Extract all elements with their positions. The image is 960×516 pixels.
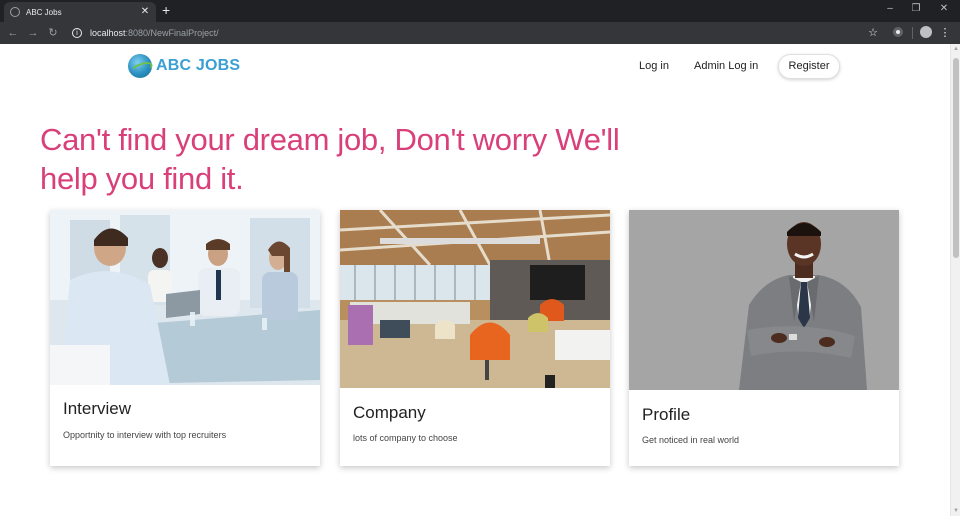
businessman-photo <box>629 210 899 390</box>
login-link[interactable]: Log in <box>639 60 669 72</box>
scroll-down-arrow-icon[interactable]: ▼ <box>951 506 960 516</box>
browser-tab[interactable]: ABC Jobs ✕ <box>4 2 156 22</box>
extension-icon[interactable] <box>893 27 903 37</box>
close-tab-icon[interactable]: ✕ <box>140 7 150 17</box>
profile-card[interactable]: Profile Get noticed in real world <box>629 210 899 466</box>
hero-line-2: help you find it. <box>40 161 244 196</box>
globe-icon <box>10 7 20 17</box>
bookmark-star-icon[interactable]: ☆ <box>866 26 880 40</box>
toolbar-divider <box>912 27 913 39</box>
profile-avatar-icon[interactable] <box>920 26 932 38</box>
forward-arrow-icon[interactable]: → <box>26 26 40 40</box>
interview-card[interactable]: Interview Opportnity to interview with t… <box>50 210 320 466</box>
hero-line-1: Can't find your dream job, Don't worry W… <box>40 122 620 157</box>
interview-photo <box>50 210 320 385</box>
kebab-menu-icon[interactable]: ⋮ <box>938 26 952 40</box>
back-arrow-icon[interactable]: ← <box>6 26 20 40</box>
scrollbar-thumb[interactable] <box>953 58 959 258</box>
hero-heading: Can't find your dream job, Don't worry W… <box>40 120 640 198</box>
page-scrollbar[interactable]: ▲ ▼ <box>950 44 960 516</box>
card-text: lots of company to choose <box>353 433 458 443</box>
minimize-icon[interactable]: – <box>884 3 896 15</box>
card-text: Opportnity to interview with top recruit… <box>63 430 227 440</box>
tab-title: ABC Jobs <box>26 7 62 17</box>
card-title: Profile <box>642 405 691 424</box>
company-card[interactable]: Company lots of company to choose <box>340 210 610 466</box>
restore-icon[interactable]: ❐ <box>910 3 922 15</box>
card-title: Interview <box>63 399 132 418</box>
site-logo[interactable]: ABC JOBS <box>128 54 240 78</box>
address-bar[interactable]: i localhost :8080/NewFinalProject/ <box>66 25 856 41</box>
browser-toolbar: ← → ↻ i localhost :8080/NewFinalProject/… <box>0 22 960 44</box>
scroll-up-arrow-icon[interactable]: ▲ <box>951 44 960 54</box>
logo-text: ABC JOBS <box>156 57 241 74</box>
office-photo <box>340 210 610 388</box>
admin-login-link[interactable]: Admin Log in <box>694 60 758 72</box>
url-host: localhost <box>90 28 126 38</box>
register-button[interactable]: Register <box>778 54 840 79</box>
globe-logo-icon <box>128 54 152 78</box>
reload-icon[interactable]: ↻ <box>46 26 60 40</box>
page-viewport: ABC JOBS Log in Admin Log in Register Ca… <box>0 44 950 516</box>
card-text: Get noticed in real world <box>642 435 740 445</box>
site-info-icon[interactable]: i <box>72 28 82 38</box>
new-tab-button[interactable]: + <box>162 3 170 17</box>
close-window-icon[interactable]: ✕ <box>938 3 950 15</box>
url-path: :8080/NewFinalProject/ <box>125 28 219 38</box>
browser-tab-strip: ABC Jobs ✕ + – ❐ ✕ <box>0 0 960 22</box>
card-title: Company <box>353 403 426 422</box>
